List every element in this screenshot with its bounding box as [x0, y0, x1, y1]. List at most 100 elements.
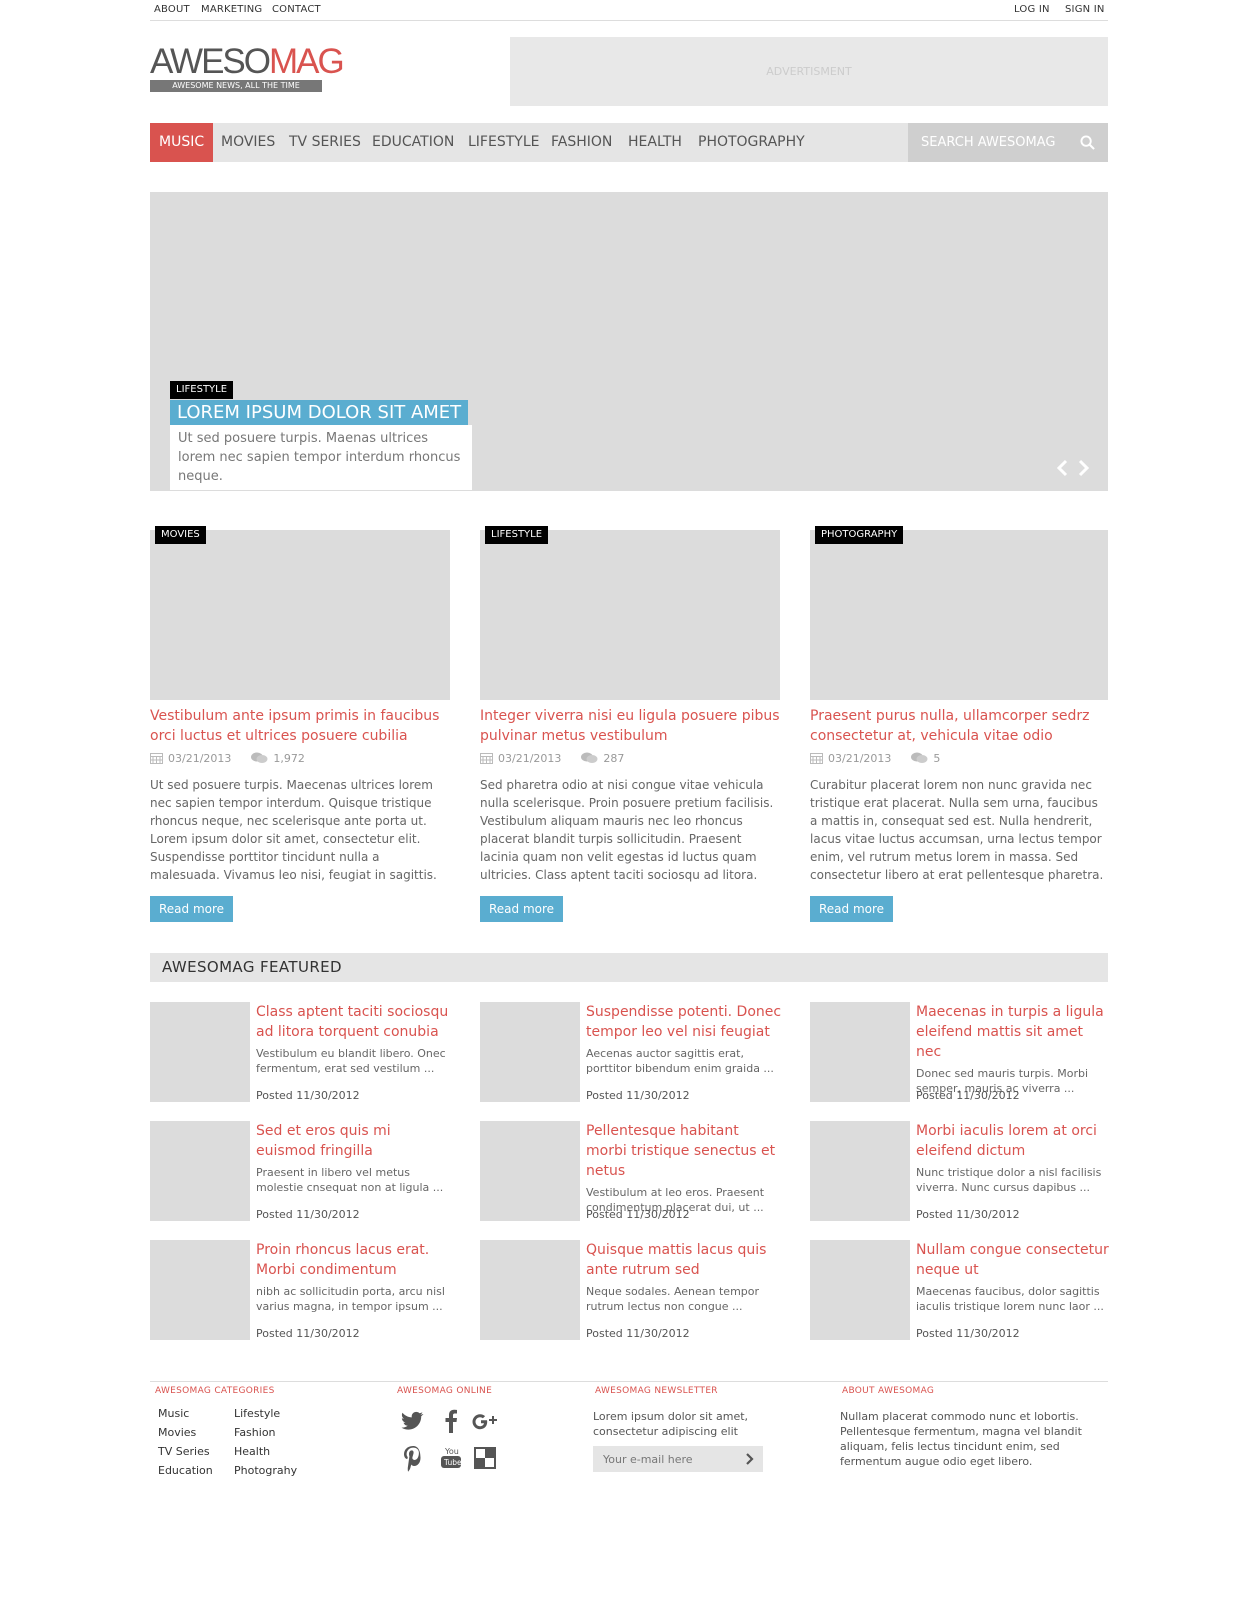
featured-thumbnail[interactable] [150, 1121, 250, 1221]
footer-category-link[interactable]: Fashion [234, 1423, 297, 1442]
nav-item-fashion[interactable]: FASHION [542, 123, 621, 162]
comment-count: 5 [933, 751, 941, 765]
article-card: PHOTOGRAPHY Praesent purus nulla, ullamc… [810, 526, 1108, 922]
article-category-badge[interactable]: LIFESTYLE [485, 526, 549, 544]
featured-thumbnail[interactable] [810, 1002, 910, 1102]
youtube-icon[interactable]: You Tube [436, 1443, 466, 1473]
featured-item: Pellentesque habitant morbi tristique se… [480, 1121, 780, 1221]
nav-item-music[interactable]: MUSIC [150, 123, 214, 162]
slider-prev-icon[interactable] [1054, 459, 1070, 477]
calendar-icon [810, 753, 823, 764]
article-title[interactable]: Praesent purus nulla, ullamcorper sedrz … [810, 706, 1108, 746]
nav-item-movies[interactable]: MOVIES [212, 123, 284, 162]
footer-category-link[interactable]: Lifestyle [234, 1404, 297, 1423]
article-category-badge[interactable]: PHOTOGRAPHY [815, 526, 904, 544]
google-plus-icon[interactable] [470, 1406, 500, 1436]
featured-thumbnail[interactable] [480, 1240, 580, 1340]
slide-category-badge[interactable]: LIFESTYLE [170, 381, 234, 399]
article-title[interactable]: Vestibulum ante ipsum primis in faucibus… [150, 706, 450, 746]
featured-title[interactable]: Quisque mattis lacus quis ante rutrum se… [586, 1240, 782, 1280]
nav-item-photography[interactable]: PHOTOGRAPHY [689, 123, 814, 162]
footer-category-link[interactable]: Photograhy [234, 1461, 297, 1480]
featured-excerpt: Aecenas auctor sagittis erat, porttitor … [586, 1047, 774, 1075]
slider-next-icon[interactable] [1076, 459, 1092, 477]
nav-item-health[interactable]: HEALTH [619, 123, 691, 162]
pinterest-icon[interactable] [398, 1443, 428, 1473]
top-link-marketing[interactable]: MARKETING [201, 4, 262, 15]
featured-title[interactable]: Pellentesque habitant morbi tristique se… [586, 1121, 782, 1181]
svg-text:Tube: Tube [443, 1458, 462, 1467]
featured-title[interactable]: Maecenas in turpis a ligula eleifend mat… [916, 1002, 1112, 1062]
comments-icon [581, 752, 598, 763]
footer-category-list: Music Movies TV Series Education [158, 1404, 213, 1480]
comment-count: 1,972 [273, 751, 305, 765]
logo-text-accent: MAG [269, 42, 345, 81]
read-more-button[interactable]: Read more [150, 896, 234, 922]
article-image[interactable]: PHOTOGRAPHY [810, 526, 1108, 700]
footer-online-heading: AWESOMAG ONLINE [397, 1386, 493, 1396]
featured-posted-date: Posted 11/30/2012 [586, 1089, 690, 1102]
read-more-button[interactable]: Read more [810, 896, 894, 922]
nav-item-lifestyle[interactable]: LIFESTYLE [459, 123, 548, 162]
featured-excerpt: nibh ac sollicitudin porta, arcu nisl va… [256, 1285, 445, 1313]
delicious-icon[interactable] [470, 1443, 500, 1473]
featured-thumbnail[interactable] [150, 1240, 250, 1340]
featured-title[interactable]: Class aptent taciti sociosqu ad litora t… [256, 1002, 452, 1042]
featured-posted-date: Posted 11/30/2012 [256, 1089, 360, 1102]
featured-posted-date: Posted 11/30/2012 [256, 1208, 360, 1221]
footer-newsletter: AWESOMAG NEWSLETTER Lorem ipsum dolor si… [590, 1386, 820, 1472]
footer-about-heading: ABOUT AWESOMAG [842, 1386, 935, 1396]
svg-text:You: You [444, 1447, 459, 1456]
newsletter-email-input[interactable] [593, 1446, 733, 1472]
article-category-badge[interactable]: MOVIES [155, 526, 206, 544]
article-excerpt: Curabitur placerat lorem non nunc gravid… [810, 778, 1104, 882]
footer-category-link[interactable]: TV Series [158, 1442, 213, 1461]
read-more-button[interactable]: Read more [480, 896, 564, 922]
site-logo[interactable]: AWESOMAG AWESOME NEWS, ALL THE TIME [150, 44, 345, 92]
footer-category-link[interactable]: Education [158, 1461, 213, 1480]
sign-in-link[interactable]: SIGN IN [1065, 4, 1105, 15]
footer-category-link[interactable]: Movies [158, 1423, 213, 1442]
advertisement-banner[interactable]: ADVERTISMENT [510, 37, 1108, 106]
article-image[interactable]: LIFESTYLE [480, 526, 780, 700]
featured-excerpt: Nunc tristique dolor a nisl facilisis vi… [916, 1166, 1102, 1194]
article-card: MOVIES Vestibulum ante ipsum primis in f… [150, 526, 450, 922]
featured-title[interactable]: Proin rhoncus lacus erat. Morbi condimen… [256, 1240, 452, 1280]
featured-excerpt: Vestibulum eu blandit libero. Onec ferme… [256, 1047, 446, 1075]
search-icon[interactable] [1080, 135, 1095, 150]
footer-category-link[interactable]: Music [158, 1404, 213, 1423]
featured-excerpt: Maecenas faucibus, dolor sagittis iaculi… [916, 1285, 1104, 1313]
footer-category-list: Lifestyle Fashion Health Photograhy [234, 1404, 297, 1480]
featured-thumbnail[interactable] [480, 1002, 580, 1102]
featured-thumbnail[interactable] [810, 1121, 910, 1221]
chevron-right-icon[interactable] [745, 1453, 755, 1465]
twitter-icon[interactable] [398, 1406, 428, 1436]
footer-divider [150, 1381, 1108, 1382]
slide-title[interactable]: LOREM IPSUM DOLOR SIT AMET [170, 400, 469, 425]
featured-excerpt: Praesent in libero vel metus molestie cn… [256, 1166, 444, 1194]
featured-title[interactable]: Morbi iaculis lorem at orci eleifend dic… [916, 1121, 1112, 1161]
search-box [908, 123, 1108, 162]
article-image[interactable]: MOVIES [150, 526, 450, 700]
log-in-link[interactable]: LOG IN [1014, 4, 1050, 15]
article-title[interactable]: Integer viverra nisi eu ligula posuere p… [480, 706, 780, 746]
featured-title[interactable]: Sed et eros quis mi euismod fringilla [256, 1121, 452, 1161]
featured-title[interactable]: Nullam congue consectetur neque ut [916, 1240, 1112, 1280]
featured-thumbnail[interactable] [150, 1002, 250, 1102]
footer-online: AWESOMAG ONLINE You Tube [392, 1386, 572, 1472]
comments-icon [251, 752, 268, 763]
featured-thumbnail[interactable] [810, 1240, 910, 1340]
nav-item-education[interactable]: EDUCATION [363, 123, 463, 162]
top-link-about[interactable]: ABOUT [154, 4, 190, 15]
nav-item-tv-series[interactable]: TV SERIES [280, 123, 370, 162]
search-input[interactable] [908, 123, 1068, 162]
facebook-icon[interactable] [436, 1406, 466, 1436]
slider-arrows [1054, 459, 1094, 477]
featured-item: Maecenas in turpis a ligula eleifend mat… [810, 1002, 1110, 1102]
footer-category-link[interactable]: Health [234, 1442, 297, 1461]
top-link-contact[interactable]: CONTACT [272, 4, 321, 15]
featured-title[interactable]: Suspendisse potenti. Donec tempor leo ve… [586, 1002, 782, 1042]
featured-thumbnail[interactable] [480, 1121, 580, 1221]
footer-categories: AWESOMAG CATEGORIES Music Movies TV Seri… [150, 1386, 380, 1477]
slide-description: Ut sed posuere turpis. Maenas ultrices l… [170, 425, 472, 490]
